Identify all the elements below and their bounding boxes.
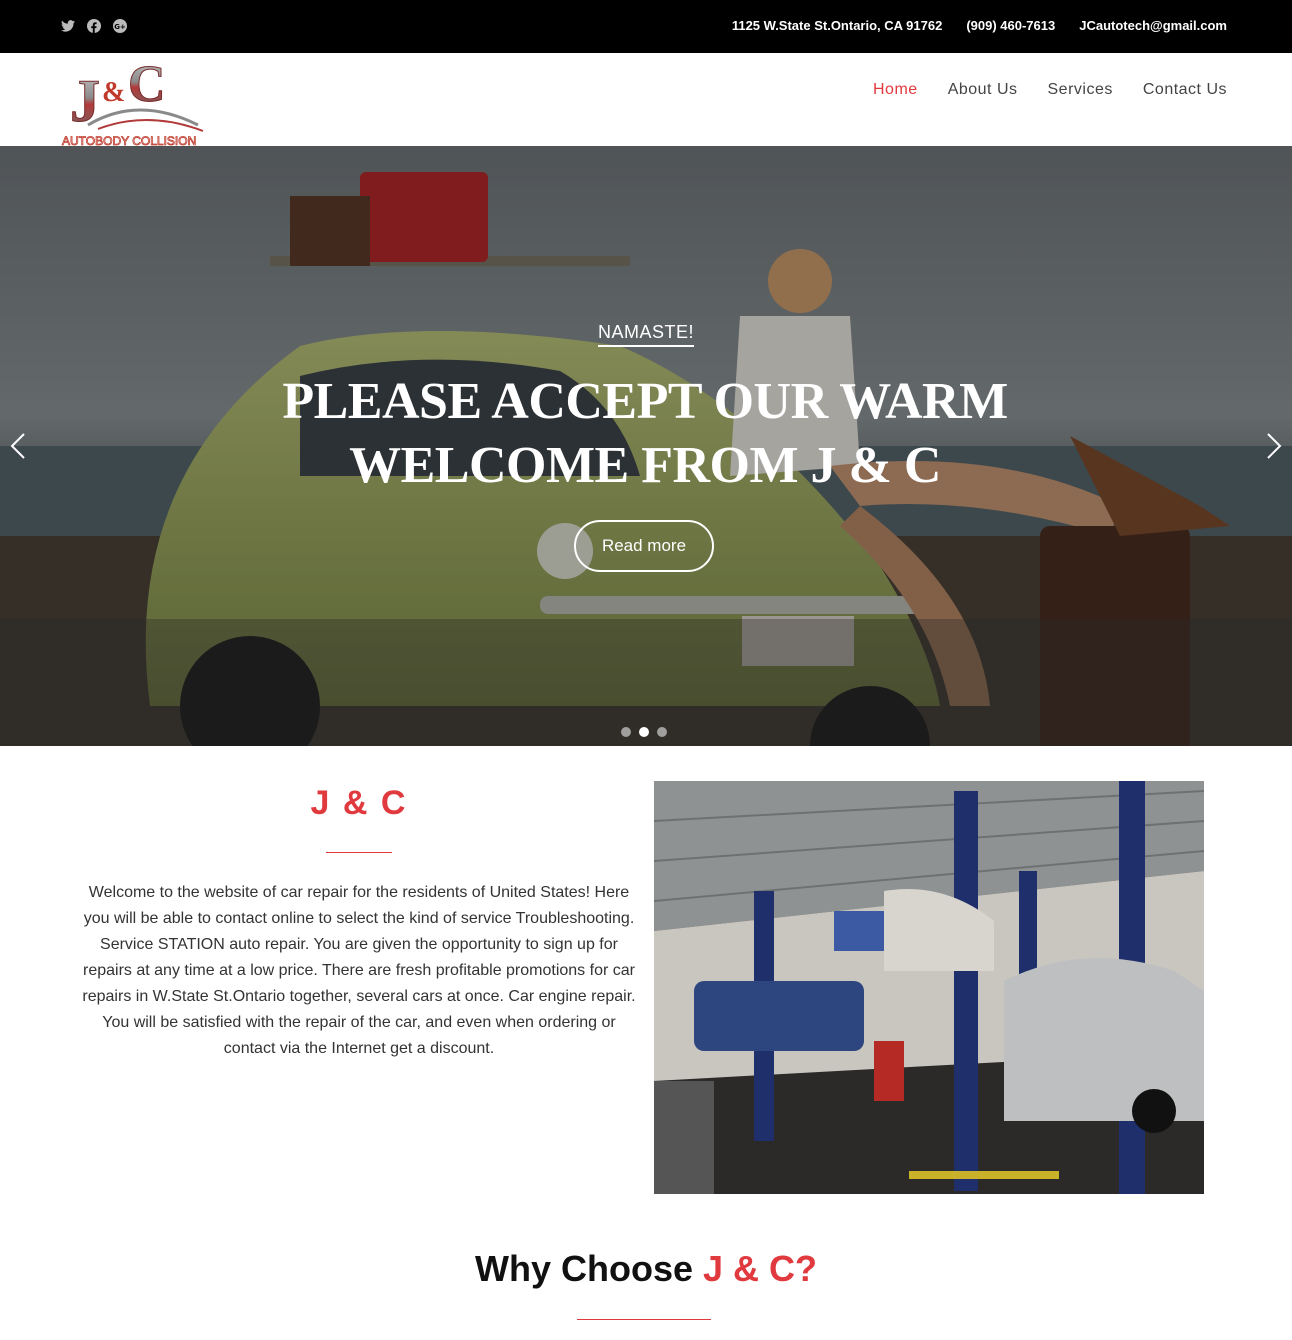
contact-info: 1125 W.State St.Ontario, CA 91762 (909) … xyxy=(732,18,1227,33)
svg-text:&: & xyxy=(102,77,125,108)
slider-dot-1[interactable] xyxy=(621,727,631,737)
phone-link[interactable]: (909) 460-7613 xyxy=(966,18,1055,33)
svg-text:J: J xyxy=(70,68,100,134)
why-choose-prefix: Why Choose xyxy=(474,1248,703,1289)
slider-dot-3[interactable] xyxy=(657,727,667,737)
top-bar: G+ 1125 W.State St.Ontario, CA 91762 (90… xyxy=(0,0,1292,53)
social-links: G+ xyxy=(60,18,128,34)
nav-home[interactable]: Home xyxy=(873,81,918,99)
hero-title: PLEASE ACCEPT OUR WARM WELCOME FROM J & … xyxy=(282,373,1008,494)
slider-next-arrow-icon[interactable] xyxy=(1264,433,1284,459)
nav-contact-us[interactable]: Contact Us xyxy=(1143,81,1227,99)
main-nav: Home About Us Services Contact Us xyxy=(873,81,1227,99)
site-logo[interactable]: J & C AUTOBODY COLLISION xyxy=(58,55,218,148)
twitter-icon[interactable] xyxy=(60,18,76,34)
slider-dot-2[interactable] xyxy=(639,727,649,737)
google-plus-icon[interactable]: G+ xyxy=(112,18,128,34)
slider-dots xyxy=(621,727,667,737)
hero-slider: NAMASTE! PLEASE ACCEPT OUR WARM WELCOME … xyxy=(0,146,1292,746)
why-choose-divider xyxy=(577,1319,711,1320)
read-more-button[interactable]: Read more xyxy=(574,520,714,572)
email-link[interactable]: JCautotech@gmail.com xyxy=(1079,18,1227,33)
why-choose-accent: J & C? xyxy=(703,1248,818,1289)
hero-eyebrow: NAMASTE! xyxy=(597,322,694,347)
svg-text:C: C xyxy=(128,56,166,113)
address-text: 1125 W.State St.Ontario, CA 91762 xyxy=(731,18,943,33)
about-text: Welcome to the website of car repair for… xyxy=(82,884,636,1057)
about-title: J & C xyxy=(310,784,408,822)
site-header: J & C AUTOBODY COLLISION Home About Us S… xyxy=(0,53,1292,148)
why-choose-heading: Why Choose J & C? xyxy=(0,1248,1292,1290)
slider-prev-arrow-icon[interactable] xyxy=(8,433,28,459)
svg-text:G+: G+ xyxy=(114,23,126,31)
about-divider xyxy=(326,852,392,853)
nav-about-us[interactable]: About Us xyxy=(948,81,1018,99)
nav-services[interactable]: Services xyxy=(1048,81,1113,99)
garage-photo xyxy=(654,781,1204,1194)
facebook-icon[interactable] xyxy=(86,18,102,34)
